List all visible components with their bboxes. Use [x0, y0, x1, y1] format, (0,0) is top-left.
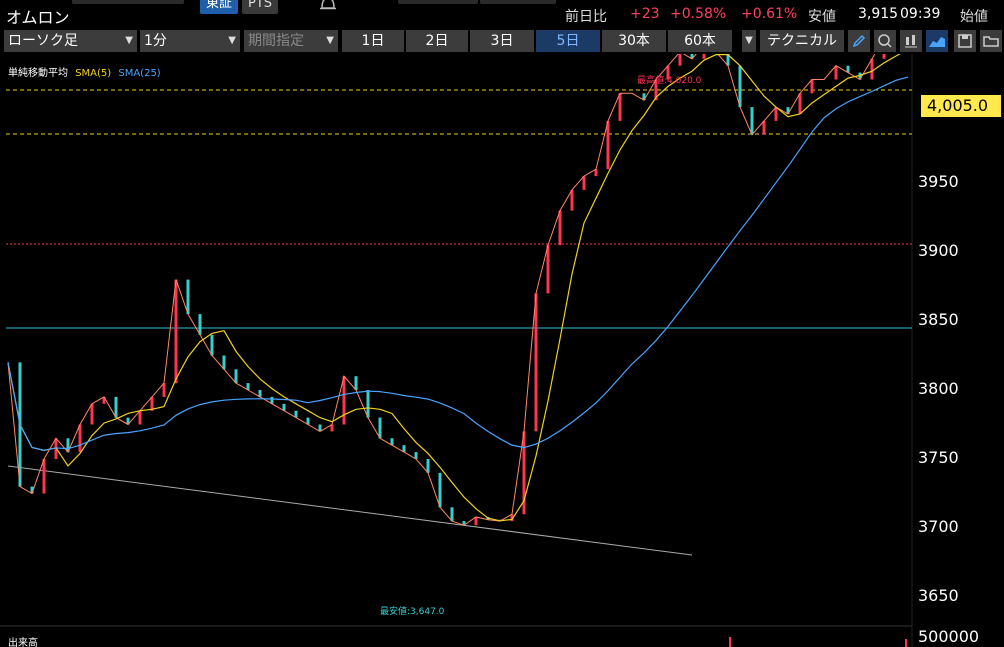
current-price-tag: 4,005.0 [921, 95, 1001, 117]
price-marks [7, 54, 909, 647]
folder-icon[interactable] [980, 30, 1002, 52]
stock-name: オムロン [6, 8, 70, 27]
range-60bars[interactable]: 60本 [668, 30, 732, 52]
interval-value: 1分 [144, 33, 167, 49]
change-value: +23 [630, 6, 660, 22]
y-tick-label: 3850 [918, 310, 959, 329]
range-2d[interactable]: 2日 [406, 30, 468, 52]
low-label: 安値 [808, 9, 836, 25]
trend-line [7, 465, 693, 556]
chart-toolbar: ローソク足 ▼ 1分 ▼ 期間指定 ▼ 1日 2日 3日 5日 30本 60本 ▼ テ… [0, 28, 1004, 54]
market-tab-tse[interactable]: 東証 [200, 0, 239, 14]
sma25-label: SMA(25) [118, 68, 161, 79]
chart-type-value: ローソク足 [8, 33, 78, 49]
y-tick-label: 3950 [918, 172, 959, 191]
chevron-down-icon[interactable]: ▼ [742, 30, 756, 52]
y-tick-label: 3800 [918, 379, 959, 398]
low-annotation: 最安値:3,647.0 [380, 607, 445, 617]
period-placeholder: 期間指定 [248, 33, 304, 49]
header-bar: オムロン 東証 PTS 前日比 +23 +0.58% +0.61% 安値 3,9… [0, 0, 1004, 28]
save-icon[interactable] [954, 30, 976, 52]
volume-max-label: 500000 [918, 627, 980, 646]
bell-icon[interactable] [318, 0, 338, 16]
change-pct: +0.58% [670, 6, 727, 22]
y-tick-label: 3650 [918, 586, 959, 605]
range-30bars[interactable]: 30本 [602, 30, 666, 52]
pencil-icon[interactable] [848, 30, 870, 52]
header-stub [480, 0, 556, 4]
open-label: 始値 [960, 9, 988, 25]
y-tick-label: 3750 [918, 448, 959, 467]
volume-bar [905, 639, 907, 647]
prev-close-label: 前日比 [565, 9, 607, 25]
sma25-line [7, 76, 909, 451]
chart-type-select[interactable]: ローソク足 ▼ [4, 30, 137, 52]
high-annotation: 最高値:4,020.0 [637, 76, 702, 86]
low-value: 3,915 [858, 6, 899, 22]
range-5d[interactable]: 5日 [536, 30, 600, 52]
indicator-legend: 単純移動平均 SMA(5) SMA(25) [8, 64, 161, 79]
indicator-name: 単純移動平均 [8, 68, 68, 79]
price-line [7, 54, 876, 526]
sma5-line [7, 54, 901, 522]
volume-bar [729, 637, 731, 647]
price-chart[interactable]: 単純移動平均 SMA(5) SMA(25) 最高値:4,020.0 最安値:3,… [0, 54, 1004, 647]
range-3d[interactable]: 3日 [470, 30, 534, 52]
period-select[interactable]: 期間指定 ▼ [244, 30, 338, 52]
chevron-down-icon: ▼ [326, 35, 334, 46]
header-stub [72, 0, 184, 4]
chevron-down-icon: ▼ [228, 35, 236, 46]
header-stub [398, 0, 478, 4]
market-tab-pts[interactable]: PTS [242, 0, 279, 14]
interval-select[interactable]: 1分 ▼ [140, 30, 240, 52]
candle-icon[interactable] [900, 30, 922, 52]
low-time: 09:39 [900, 6, 941, 22]
sma5-label: SMA(5) [75, 68, 112, 79]
area-chart-icon[interactable] [926, 30, 948, 52]
technical-button[interactable]: テクニカル [760, 30, 844, 52]
range-1d[interactable]: 1日 [342, 30, 404, 52]
y-tick-label: 3700 [918, 517, 959, 536]
y-tick-label: 3900 [918, 241, 959, 260]
zoom-icon[interactable] [874, 30, 896, 52]
volume-label: 出来高 [8, 638, 38, 647]
change-pct-2: +0.61% [741, 6, 798, 22]
chart-canvas[interactable] [0, 54, 1004, 647]
chevron-down-icon: ▼ [125, 35, 133, 46]
